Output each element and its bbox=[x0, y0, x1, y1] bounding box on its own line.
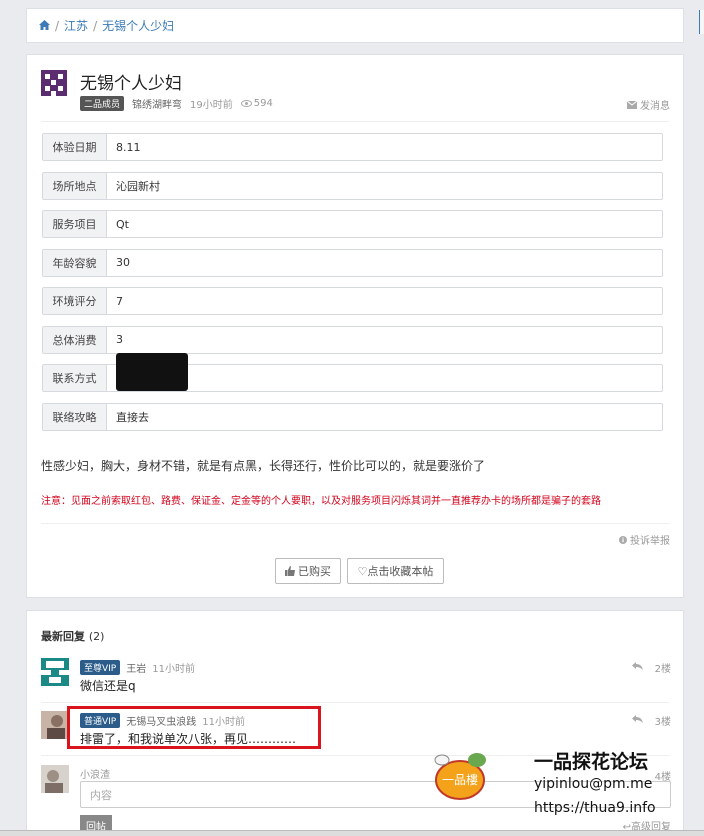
field-row: 联络攻略 直接去 bbox=[42, 402, 663, 431]
reply-avatar[interactable] bbox=[41, 658, 69, 686]
divider bbox=[41, 121, 669, 122]
reply-actions: 2楼 bbox=[631, 660, 671, 675]
reply-time: 11小时前 bbox=[152, 664, 195, 675]
field-row: 联系方式 bbox=[42, 353, 663, 392]
report-label: 投诉举报 bbox=[630, 536, 670, 547]
breadcrumb-level2[interactable]: 无锡个人少妇 bbox=[102, 17, 174, 34]
reply-user[interactable]: 王岩 bbox=[126, 660, 146, 675]
field-label: 联系方式 bbox=[43, 365, 107, 391]
field-label: 服务项目 bbox=[43, 211, 107, 237]
warning-notice: 注意：见面之前索取红包、路费、保证金、定金等的个人要职，以及对服务项目闪烁其词并… bbox=[41, 496, 601, 507]
reply-meta: 至尊VIP 王岩 11小时前 bbox=[80, 660, 195, 675]
divider bbox=[41, 523, 669, 524]
post-description: 性感少妇，胸大，身材不错，就是有点黑，长得还行，性价比可以的，就是要涨价了 bbox=[41, 459, 486, 473]
send-message-button[interactable]: 发消息 bbox=[627, 97, 670, 112]
reply-text: 微信还是q bbox=[80, 679, 136, 693]
thumbs-up-icon bbox=[285, 566, 295, 576]
field-row: 总体消费 3 bbox=[42, 325, 663, 354]
field-label: 体验日期 bbox=[43, 134, 107, 160]
envelope-icon bbox=[627, 100, 637, 109]
field-label: 年龄容貌 bbox=[43, 249, 107, 276]
contact-value bbox=[107, 353, 662, 391]
highlight-box bbox=[67, 706, 321, 749]
favorite-label: ♡点击收藏本帖 bbox=[357, 565, 434, 578]
field-label: 联络攻略 bbox=[43, 403, 107, 430]
bought-label: 已购买 bbox=[298, 565, 331, 578]
field-label: 环境评分 bbox=[43, 288, 107, 314]
reply-actions: 3楼 bbox=[631, 713, 671, 728]
breadcrumb-level1[interactable]: 江苏 bbox=[64, 17, 88, 34]
composer-avatar bbox=[41, 765, 69, 793]
author-name[interactable]: 锦绣湖畔弯 bbox=[132, 96, 182, 111]
member-badge: 二品成员 bbox=[80, 96, 125, 111]
post-title: 无锡个人少妇 bbox=[80, 74, 182, 94]
field-value: 3 bbox=[116, 333, 123, 346]
eye-icon bbox=[240, 100, 252, 107]
field-row: 服务项目 Qt bbox=[42, 210, 663, 238]
favorite-button[interactable]: ♡点击收藏本帖 bbox=[347, 558, 444, 584]
field-row: 年龄容貌 30 bbox=[42, 248, 663, 277]
replies-count: (2) bbox=[88, 630, 105, 643]
divider bbox=[41, 702, 669, 703]
field-value: 30 bbox=[116, 256, 130, 269]
watermark-url: https://thua9.info bbox=[534, 800, 656, 816]
floor-number: 3楼 bbox=[654, 717, 671, 728]
field-label: 场所地点 bbox=[43, 172, 107, 199]
reply-arrow-icon[interactable] bbox=[631, 662, 643, 673]
field-value: 7 bbox=[116, 294, 123, 308]
views: 594 bbox=[240, 98, 273, 109]
field-value: 直接去 bbox=[116, 410, 149, 424]
watermark-logo: 一品樓 bbox=[432, 752, 488, 802]
post-time: 19小时前 bbox=[190, 100, 233, 111]
replies-title-text: 最新回复 bbox=[41, 630, 85, 643]
post-card: 无锡个人少妇 二品成员 锦绣湖畔弯 19小时前 594 发消息 体验日期 8.11… bbox=[26, 54, 684, 598]
post-meta: 二品成员 锦绣湖畔弯 19小时前 594 bbox=[80, 96, 273, 111]
watermark-email: yipinlou@pm.me bbox=[534, 776, 653, 792]
report-button[interactable]: 投诉举报 bbox=[619, 532, 670, 547]
composer-user: 小浪渣 bbox=[80, 770, 110, 781]
field-row: 场所地点 沁园新村 bbox=[42, 171, 663, 200]
field-row: 环境评分 7 bbox=[42, 287, 663, 315]
field-value: 沁园新村 bbox=[116, 179, 160, 193]
vip-badge: 至尊VIP bbox=[80, 660, 121, 675]
breadcrumb-sep: / bbox=[55, 18, 60, 33]
floor-number: 2楼 bbox=[654, 664, 671, 675]
info-fields: 体验日期 8.11 场所地点 沁园新村 服务项目 Qt 年龄容貌 30 环境评分 7 总体… bbox=[42, 133, 663, 441]
scrollbar-edge bbox=[699, 10, 704, 34]
redaction-block bbox=[116, 353, 188, 391]
breadcrumb: / 江苏 / 无锡个人少妇 bbox=[26, 8, 684, 43]
author-avatar[interactable] bbox=[41, 70, 67, 96]
svg-text:一品樓: 一品樓 bbox=[442, 772, 478, 787]
horizontal-scrollbar[interactable] bbox=[0, 830, 704, 836]
field-value: Qt bbox=[116, 217, 129, 231]
reply-arrow-icon[interactable] bbox=[631, 715, 643, 726]
send-message-label: 发消息 bbox=[640, 101, 670, 112]
breadcrumb-sep: / bbox=[93, 18, 98, 33]
field-value: 8.11 bbox=[116, 140, 141, 154]
field-row: 体验日期 8.11 bbox=[42, 133, 663, 161]
info-icon bbox=[619, 535, 627, 544]
field-label: 总体消费 bbox=[43, 326, 107, 353]
reply-avatar[interactable] bbox=[41, 711, 69, 739]
watermark-title: 一品探花论坛 bbox=[534, 751, 649, 773]
replies-title: 最新回复 (2) bbox=[41, 628, 104, 644]
bought-button[interactable]: 已购买 bbox=[275, 558, 341, 584]
views-count: 594 bbox=[253, 98, 273, 109]
home-icon[interactable] bbox=[39, 19, 50, 33]
